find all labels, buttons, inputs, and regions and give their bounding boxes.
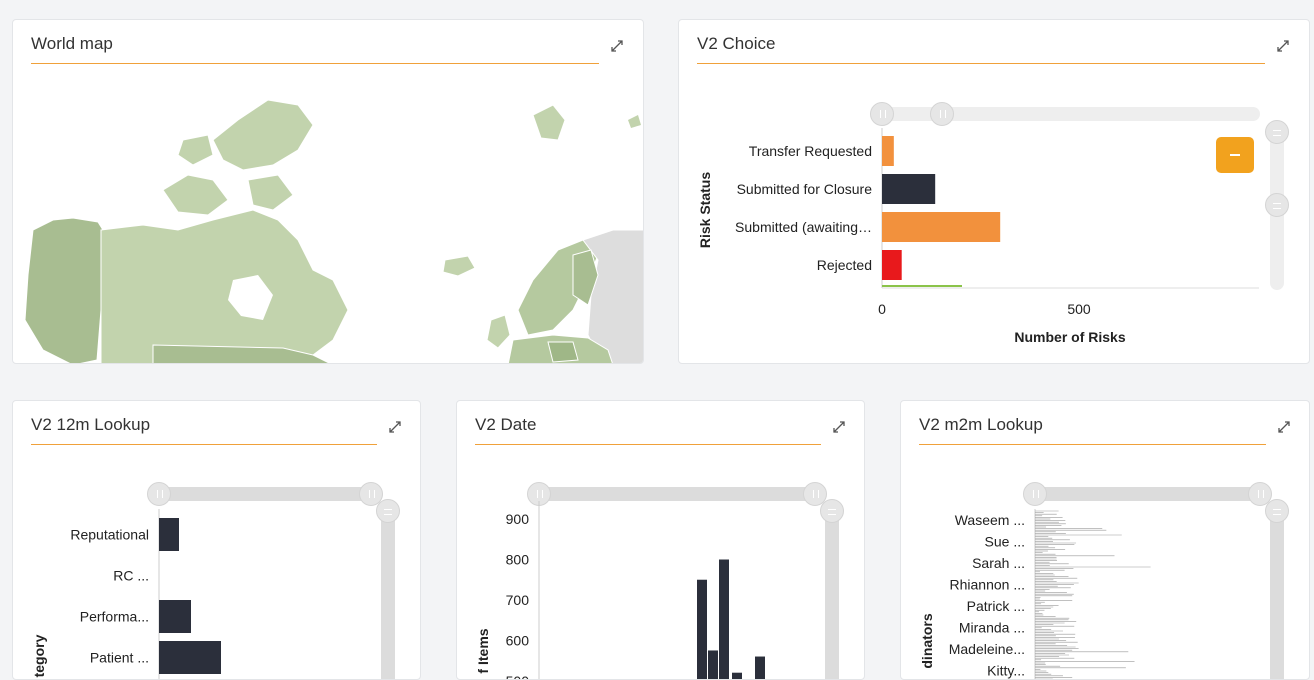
category-label: Submitted for Closure	[737, 181, 873, 197]
category-label: Performa...	[80, 609, 149, 625]
bar	[159, 518, 179, 551]
map-region-arctic-islands	[162, 174, 229, 216]
y-axis-title: dinators	[919, 613, 935, 668]
title-underline	[31, 63, 599, 64]
v2-date-card: V2 Date 500600700800900f Items	[456, 400, 865, 680]
map-region-canada	[100, 209, 349, 363]
expand-icon[interactable]	[609, 38, 625, 54]
category-label: Kitty...	[987, 662, 1025, 678]
v2-m2m-chart: Waseem ... Sue ... Sarah ... Rhiannon ... Pa…	[919, 509, 1151, 679]
category-label: Rejected	[817, 257, 872, 273]
category-label: Waseem ...	[955, 512, 1025, 528]
x-axis-title: Number of Risks	[1014, 329, 1125, 345]
category-label: Patient ...	[90, 650, 149, 666]
v2-date-chart: 500 600 700 800 900 f Items	[475, 501, 765, 680]
bar	[755, 656, 765, 679]
map-region-uk	[486, 314, 511, 349]
y-tick-label: 600	[506, 632, 530, 648]
category-label: Reputational	[70, 527, 149, 543]
category-label: Madeleine...	[949, 641, 1025, 657]
category-label: Miranda ...	[959, 619, 1025, 635]
bar	[159, 641, 221, 674]
v2-choice-chart: Transfer Requested Submitted for Closure S…	[697, 128, 1259, 345]
category-label: Submitted (awaiting…	[735, 219, 872, 235]
category-label: Transfer Requested	[749, 143, 872, 159]
bar	[159, 600, 191, 633]
y-tick-label: 500	[506, 673, 530, 680]
v2-m2m-card: V2 m2m Lookup Waseem ... Sue ... Sarah ...…	[900, 400, 1310, 680]
bar	[882, 174, 936, 204]
v2-12m-card: V2 12m Lookup Reputational RC ... Performa…	[12, 400, 421, 680]
y-tick-label: 800	[506, 552, 530, 568]
map-region-iceland	[442, 255, 476, 277]
y-axis-title: f Items	[475, 628, 491, 673]
y-tick-label: 700	[506, 592, 530, 608]
x-tick-label: 500	[1067, 301, 1091, 317]
x-tick-label: 0	[878, 301, 886, 317]
category-label: Sue ...	[985, 533, 1025, 549]
category-label: Sarah ...	[972, 555, 1025, 571]
world-map-card: World map	[12, 19, 644, 364]
y-axis-title: Risk Status	[697, 172, 713, 248]
bar	[708, 650, 718, 679]
category-label: Patrick ...	[967, 598, 1025, 614]
v2-choice-card: V2 Choice Transfer Requested Submitted fo…	[678, 19, 1310, 364]
bar	[732, 672, 742, 679]
map-region-svalbard	[532, 104, 566, 141]
map-region-alaska	[24, 217, 104, 363]
bar	[882, 136, 894, 166]
card-title: World map	[31, 34, 113, 53]
v2-12m-chart: Reputational RC ... Performa... Patient ...…	[31, 509, 221, 679]
category-label: RC ...	[113, 568, 149, 584]
range-indicator	[882, 285, 962, 287]
y-tick-label: 900	[506, 511, 530, 527]
bar	[697, 579, 707, 679]
bar	[882, 212, 1001, 242]
bar	[882, 250, 902, 280]
bar	[719, 559, 729, 679]
world-map[interactable]	[13, 80, 644, 364]
category-label: Rhiannon ...	[950, 576, 1026, 592]
